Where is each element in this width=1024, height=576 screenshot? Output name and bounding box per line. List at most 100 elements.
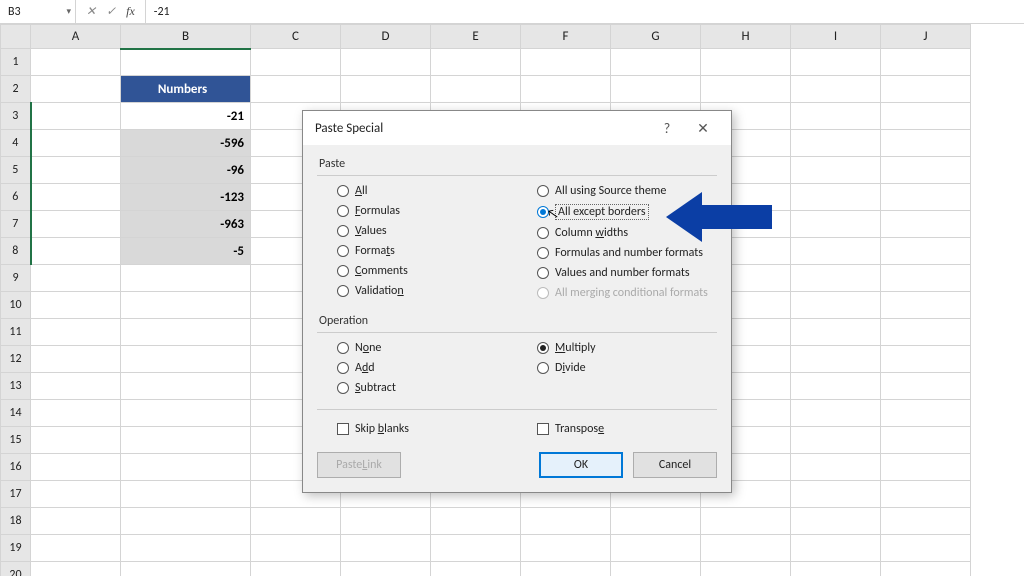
- cell[interactable]: [341, 76, 431, 103]
- cell[interactable]: [701, 535, 791, 562]
- radio-multiply[interactable]: Multiply: [537, 341, 717, 355]
- ok-button[interactable]: OK: [539, 452, 623, 478]
- cell[interactable]: [31, 400, 121, 427]
- cell[interactable]: [881, 400, 971, 427]
- cell[interactable]: [121, 292, 251, 319]
- cell[interactable]: [521, 562, 611, 576]
- dialog-help-button[interactable]: ?: [649, 120, 685, 137]
- cell[interactable]: [881, 265, 971, 292]
- cell[interactable]: [121, 373, 251, 400]
- cell[interactable]: [701, 49, 791, 76]
- cell[interactable]: [341, 562, 431, 576]
- cell[interactable]: [31, 454, 121, 481]
- cell[interactable]: [121, 319, 251, 346]
- cell[interactable]: [251, 76, 341, 103]
- row-header[interactable]: 7: [1, 211, 31, 238]
- cell[interactable]: [881, 130, 971, 157]
- cell[interactable]: [881, 562, 971, 576]
- cell[interactable]: [31, 373, 121, 400]
- cell[interactable]: [881, 454, 971, 481]
- row-header[interactable]: 20: [1, 562, 31, 576]
- cell[interactable]: [881, 508, 971, 535]
- cell[interactable]: -5: [121, 238, 251, 265]
- row-header[interactable]: 13: [1, 373, 31, 400]
- col-header-I[interactable]: I: [791, 25, 881, 49]
- row-header[interactable]: 6: [1, 184, 31, 211]
- cell[interactable]: [791, 292, 881, 319]
- cell[interactable]: [31, 184, 121, 211]
- col-header-E[interactable]: E: [431, 25, 521, 49]
- cell[interactable]: [791, 103, 881, 130]
- radio-values-and-number-formats[interactable]: Values and number formats: [537, 266, 717, 280]
- cell[interactable]: [881, 49, 971, 76]
- cell[interactable]: [791, 265, 881, 292]
- cell[interactable]: [791, 373, 881, 400]
- cancel-button[interactable]: Cancel: [633, 452, 717, 478]
- name-box[interactable]: B3 ▾: [0, 0, 76, 23]
- cell[interactable]: [431, 535, 521, 562]
- cell[interactable]: -96: [121, 157, 251, 184]
- row-header[interactable]: 11: [1, 319, 31, 346]
- row-header[interactable]: 4: [1, 130, 31, 157]
- cell[interactable]: [611, 535, 701, 562]
- radio-subtract[interactable]: Subtract: [337, 381, 517, 395]
- cell[interactable]: [251, 535, 341, 562]
- cell[interactable]: [121, 400, 251, 427]
- cell[interactable]: [521, 508, 611, 535]
- cell[interactable]: [121, 508, 251, 535]
- row-header[interactable]: 9: [1, 265, 31, 292]
- radio-formats[interactable]: Formats: [337, 244, 517, 258]
- radio-validation[interactable]: Validation: [337, 284, 517, 298]
- radio-comments[interactable]: Comments: [337, 264, 517, 278]
- cell[interactable]: [791, 76, 881, 103]
- cell[interactable]: [881, 319, 971, 346]
- cell[interactable]: [881, 373, 971, 400]
- cell[interactable]: [881, 184, 971, 211]
- enter-icon[interactable]: ✓: [106, 4, 116, 19]
- cell[interactable]: [701, 76, 791, 103]
- cell[interactable]: [611, 49, 701, 76]
- cell[interactable]: [521, 76, 611, 103]
- cell[interactable]: [791, 346, 881, 373]
- cell[interactable]: [611, 562, 701, 576]
- cell[interactable]: [791, 562, 881, 576]
- cell[interactable]: [881, 238, 971, 265]
- cell[interactable]: [521, 49, 611, 76]
- radio-formulas-and-number-formats[interactable]: Formulas and number formats: [537, 246, 717, 260]
- cell[interactable]: [881, 211, 971, 238]
- col-header-J[interactable]: J: [881, 25, 971, 49]
- dialog-titlebar[interactable]: Paste Special ? ✕: [303, 111, 731, 145]
- col-header-D[interactable]: D: [341, 25, 431, 49]
- cell[interactable]: [791, 130, 881, 157]
- cell[interactable]: [431, 508, 521, 535]
- cell[interactable]: [251, 49, 341, 76]
- cell[interactable]: [121, 265, 251, 292]
- cell[interactable]: -21: [121, 103, 251, 130]
- cell[interactable]: [31, 157, 121, 184]
- cell[interactable]: [431, 49, 521, 76]
- cell[interactable]: [31, 265, 121, 292]
- cell[interactable]: [341, 508, 431, 535]
- cell[interactable]: [121, 454, 251, 481]
- cell[interactable]: [791, 481, 881, 508]
- cell[interactable]: [251, 562, 341, 576]
- cell[interactable]: [881, 427, 971, 454]
- cell[interactable]: [521, 535, 611, 562]
- cell[interactable]: [31, 427, 121, 454]
- cell[interactable]: Numbers: [121, 76, 251, 103]
- cell[interactable]: [31, 319, 121, 346]
- cell[interactable]: [881, 157, 971, 184]
- cell[interactable]: [791, 319, 881, 346]
- cell[interactable]: [31, 508, 121, 535]
- skip-blanks-checkbox[interactable]: Skip blanks: [317, 422, 517, 436]
- paste-link-button[interactable]: Paste Link: [317, 452, 401, 478]
- col-header-A[interactable]: A: [31, 25, 121, 49]
- cell[interactable]: [251, 508, 341, 535]
- cell[interactable]: [121, 481, 251, 508]
- cell[interactable]: -963: [121, 211, 251, 238]
- cell[interactable]: [31, 238, 121, 265]
- radio-none[interactable]: None: [337, 341, 517, 355]
- cell[interactable]: [791, 49, 881, 76]
- select-all-corner[interactable]: [1, 25, 31, 49]
- row-header[interactable]: 1: [1, 49, 31, 76]
